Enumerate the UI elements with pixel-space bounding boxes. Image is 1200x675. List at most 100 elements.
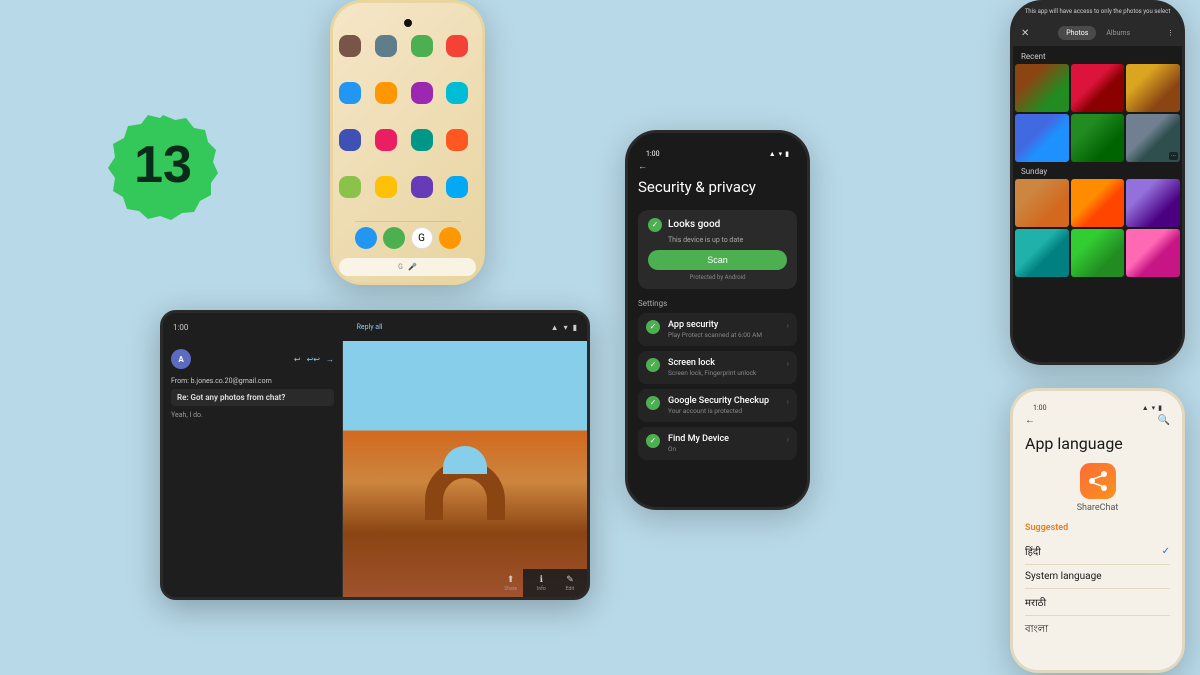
security-item-google-checkup[interactable]: ✓ Google Security Checkup Your account i… [638, 389, 797, 422]
from-email: b.jones.co.20@gmail.com [191, 377, 272, 385]
dock-icon-phone[interactable] [355, 227, 377, 249]
check-icon: ✓ [1162, 546, 1170, 557]
language-name: मराठी [1025, 595, 1046, 609]
photos-top-bar: ✕ Photos Albums ⋮ [1013, 20, 1182, 46]
photo-thumbnail[interactable] [1015, 64, 1069, 112]
email-body: Yeah, I do. [171, 410, 334, 421]
app-icon[interactable] [446, 82, 468, 104]
security-time: 1:00 [646, 150, 660, 158]
language-item-marathi[interactable]: मराठी [1025, 589, 1170, 616]
signal-icon: ▲ [769, 150, 776, 158]
battery-icon: ▮ [785, 150, 789, 158]
language-name: System language [1025, 571, 1102, 582]
app-icon[interactable] [375, 35, 397, 57]
protected-label: Protected by Android [648, 274, 787, 281]
app-icon[interactable] [339, 35, 361, 57]
app-icon[interactable] [339, 82, 361, 104]
app-icon[interactable] [446, 35, 468, 57]
tablet-time: 1:00 [173, 323, 188, 332]
app-icon[interactable] [339, 129, 361, 151]
tablet-bottom-bar: ⬆ Share ℹ Info ✎ Edit ⋯ More [523, 569, 587, 597]
email-subject: Re: Got any photos from chat? [171, 389, 334, 406]
chevron-right-icon: › [787, 321, 789, 330]
tablet-content: A ↩ ↩↩ → From: b.jones.co.20@gmail.com R… [163, 341, 587, 597]
app-icon[interactable] [375, 176, 397, 198]
security-item-screen-lock[interactable]: ✓ Screen lock Screen lock, Fingerprint u… [638, 351, 797, 384]
dock-icon-google[interactable]: G [411, 227, 433, 249]
app-icon[interactable] [375, 82, 397, 104]
sunday-photos-grid [1013, 179, 1182, 277]
language-title: App language [1025, 434, 1170, 453]
lang-status-icons: ▲ ▾ ▮ [1142, 404, 1162, 412]
app-icon[interactable] [446, 129, 468, 151]
dock-icon-messages[interactable] [383, 227, 405, 249]
photo-thumbnail[interactable] [1015, 179, 1069, 227]
language-item-bengali[interactable]: বাংলা [1025, 616, 1170, 645]
photo-thumbnail[interactable] [1071, 114, 1125, 162]
phone-launcher: G G 🎤 [330, 0, 485, 285]
battery-icon: ▮ [573, 323, 577, 332]
chevron-right-icon: › [787, 397, 789, 406]
dock-icon-camera[interactable] [439, 227, 461, 249]
back-button[interactable]: ← [1025, 415, 1035, 426]
photo-thumbnail[interactable] [1126, 179, 1180, 227]
signal-icon: ▲ [551, 323, 559, 332]
security-item-sub: Your account is protected [668, 407, 779, 415]
photo-thumbnail[interactable] [1071, 64, 1125, 112]
photo-thumbnail[interactable] [1015, 229, 1069, 277]
photos-tabs[interactable]: Photos Albums [1058, 26, 1138, 40]
security-item-sub: Play Protect scanned at 6:00 AM [668, 331, 779, 339]
photo-thumbnail[interactable] [1126, 229, 1180, 277]
security-item-find-my-device[interactable]: ✓ Find My Device On › [638, 427, 797, 460]
check-icon: ✓ [646, 358, 660, 372]
avatar: A [171, 349, 191, 369]
recent-label: Recent [1013, 46, 1182, 64]
photos-permission-text: This app will have access to only the ph… [1013, 3, 1182, 20]
tab-albums[interactable]: Albums [1098, 26, 1138, 40]
check-icon: ✓ [648, 218, 662, 232]
language-item-hindi[interactable]: हिंदी ✓ [1025, 538, 1170, 565]
reply-all-icon[interactable]: ↩↩ [307, 355, 320, 364]
app-icon[interactable] [446, 176, 468, 198]
tablet-reply-all[interactable]: Reply all [357, 323, 383, 331]
launcher-search-bar[interactable]: G 🎤 [339, 258, 476, 276]
phone-security: 1:00 ▲ ▾ ▮ ← Security & privacy ✓ Looks … [625, 130, 810, 510]
scan-button[interactable]: Scan [648, 250, 787, 270]
photo-panel[interactable]: ⬆ Share ℹ Info ✎ Edit ⋯ More [343, 341, 587, 597]
edit-icon: ✎ [566, 575, 574, 585]
app-icon[interactable] [411, 129, 433, 151]
app-icon[interactable] [411, 176, 433, 198]
tablet-top-bar: 1:00 Reply all ▲ ▾ ▮ [163, 313, 587, 341]
search-icon[interactable]: 🔍 [1158, 415, 1170, 426]
security-back-button[interactable]: ← [638, 161, 797, 172]
forward-icon[interactable]: → [326, 355, 334, 364]
tab-info[interactable]: ℹ Info [537, 575, 546, 592]
app-icon[interactable] [411, 82, 433, 104]
photo-thumbnail[interactable] [1071, 229, 1125, 277]
security-item-sub: Screen lock, Fingerprint unlock [668, 369, 779, 377]
security-item-title: App security [668, 320, 779, 330]
app-icon[interactable] [375, 129, 397, 151]
settings-label: Settings [638, 299, 797, 308]
close-icon[interactable]: ✕ [1021, 28, 1029, 39]
tab-share[interactable]: ⬆ Share [504, 575, 517, 592]
language-item-system[interactable]: System language [1025, 565, 1170, 589]
tab-edit[interactable]: ✎ Edit [566, 575, 574, 592]
sunday-label: Sunday [1013, 162, 1182, 179]
canyon-sky-hole [443, 446, 487, 474]
reply-icon[interactable]: ↩ [294, 355, 301, 364]
app-icon[interactable] [339, 176, 361, 198]
tab-photos[interactable]: Photos [1058, 26, 1096, 40]
security-item-app-security[interactable]: ✓ App security Play Protect scanned at 6… [638, 313, 797, 346]
photo-thumbnail[interactable]: ⋯ [1126, 114, 1180, 162]
battery-icon: ▮ [1158, 404, 1162, 412]
photo-thumbnail[interactable] [1126, 64, 1180, 112]
suggested-label: Suggested [1025, 523, 1170, 533]
photo-thumbnail[interactable] [1071, 179, 1125, 227]
info-icon: ℹ [540, 575, 543, 585]
wifi-icon: ▾ [779, 150, 783, 158]
email-from: From: b.jones.co.20@gmail.com [171, 377, 334, 385]
more-icon[interactable]: ⋮ [1167, 29, 1174, 37]
photo-thumbnail[interactable] [1015, 114, 1069, 162]
app-icon[interactable] [411, 35, 433, 57]
